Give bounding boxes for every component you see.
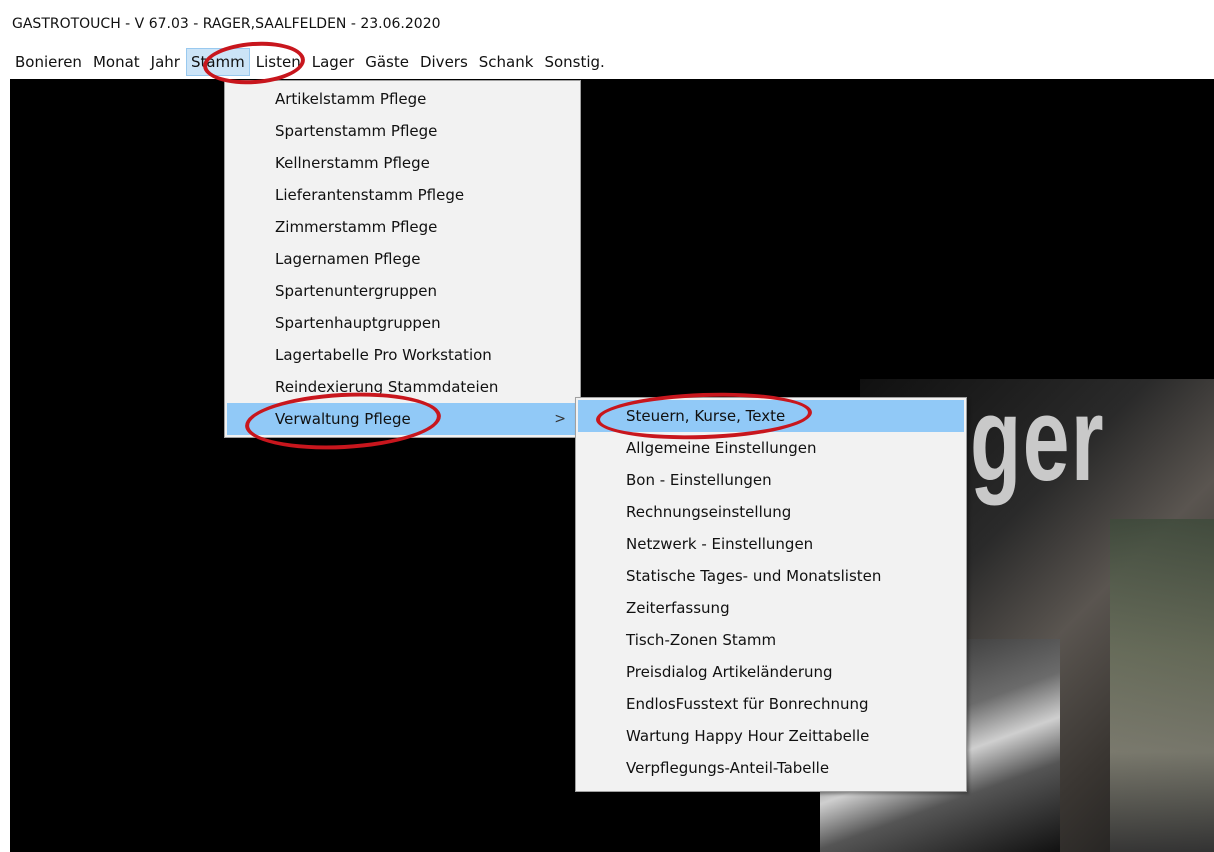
menu-bonieren[interactable]: Bonieren [10,48,87,76]
menu-item-label: Statische Tages- und Monatslisten [626,567,882,585]
menu-item-label: Netzwerk - Einstellungen [626,535,814,553]
menu-sonstig[interactable]: Sonstig. [539,48,609,76]
menu-listen[interactable]: Listen [251,48,306,76]
menu-item-endlosfusstext-bonrechnung[interactable]: EndlosFusstext für Bonrechnung [578,688,964,720]
menu-gaeste[interactable]: Gäste [360,48,414,76]
menu-jahr[interactable]: Jahr [146,48,185,76]
menu-item-artikelstamm-pflege[interactable]: Artikelstamm Pflege [227,83,578,115]
menu-item-reindexierung-stammdateien[interactable]: Reindexierung Stammdateien [227,371,578,403]
title-bar: GASTROTOUCH - V 67.03 - RAGER,SAALFELDEN… [0,0,1214,46]
menu-item-label: Spartenhauptgruppen [275,314,441,332]
menu-item-zimmerstamm-pflege[interactable]: Zimmerstamm Pflege [227,211,578,243]
brand-logo: ger [970,372,1105,506]
menu-item-netzwerk-einstellungen[interactable]: Netzwerk - Einstellungen [578,528,964,560]
menu-item-label: Reindexierung Stammdateien [275,378,499,396]
menu-item-label: Verpflegungs-Anteil-Tabelle [626,759,830,777]
menu-item-label: Zimmerstamm Pflege [275,218,438,236]
menu-item-label: Spartenstamm Pflege [275,122,438,140]
menu-item-rechnungseinstellung[interactable]: Rechnungseinstellung [578,496,964,528]
menu-item-label: Verwaltung Pflege [275,410,411,428]
menu-item-label: Allgemeine Einstellungen [626,439,817,457]
window-title: GASTROTOUCH - V 67.03 - RAGER,SAALFELDEN… [12,16,441,32]
menu-item-label: EndlosFusstext für Bonrechnung [626,695,869,713]
menu-item-label: Wartung Happy Hour Zeittabelle [626,727,870,745]
menu-item-label: Bon - Einstellungen [626,471,772,489]
menu-item-label: Spartenuntergruppen [275,282,438,300]
menu-item-preisdialog-artikelaenderung[interactable]: Preisdialog Artikeländerung [578,656,964,688]
menu-item-spartenhauptgruppen[interactable]: Spartenhauptgruppen [227,307,578,339]
menu-item-tisch-zonen-stamm[interactable]: Tisch-Zonen Stamm [578,624,964,656]
menu-item-spartenstamm-pflege[interactable]: Spartenstamm Pflege [227,115,578,147]
menu-item-label: Lagernamen Pflege [275,250,421,268]
menu-item-label: Rechnungseinstellung [626,503,792,521]
app-window: GASTROTOUCH - V 67.03 - RAGER,SAALFELDEN… [0,0,1214,852]
menu-item-label: Steuern, Kurse, Texte [626,407,786,425]
stamm-dropdown-menu: Artikelstamm Pflege Spartenstamm Pflege … [224,80,581,438]
menu-item-statische-tages-monatslisten[interactable]: Statische Tages- und Monatslisten [578,560,964,592]
menu-item-label: Lieferantenstamm Pflege [275,186,465,204]
menu-item-label: Lagertabelle Pro Workstation [275,346,492,364]
menu-item-lagernamen-pflege[interactable]: Lagernamen Pflege [227,243,578,275]
menu-item-wartung-happy-hour[interactable]: Wartung Happy Hour Zeittabelle [578,720,964,752]
menu-item-lieferantenstamm-pflege[interactable]: Lieferantenstamm Pflege [227,179,578,211]
menu-item-lagertabelle-pro-workstation[interactable]: Lagertabelle Pro Workstation [227,339,578,371]
menu-item-label: Artikelstamm Pflege [275,90,427,108]
menu-bar: Bonieren Monat Jahr Stamm Listen Lager G… [0,46,1214,78]
menu-divers[interactable]: Divers [415,48,473,76]
menu-item-label: Zeiterfassung [626,599,730,617]
menu-item-label: Tisch-Zonen Stamm [626,631,777,649]
menu-item-verwaltung-pflege[interactable]: Verwaltung Pflege > [227,403,578,435]
menu-item-label: Kellnerstamm Pflege [275,154,430,172]
menu-item-kellnerstamm-pflege[interactable]: Kellnerstamm Pflege [227,147,578,179]
menu-schank[interactable]: Schank [474,48,539,76]
submenu-arrow-icon: > [554,411,566,427]
menu-lager[interactable]: Lager [307,48,359,76]
menu-item-zeiterfassung[interactable]: Zeiterfassung [578,592,964,624]
menu-item-label: Preisdialog Artikeländerung [626,663,833,681]
menu-item-spartenuntergruppen[interactable]: Spartenuntergruppen [227,275,578,307]
background-photo-detail [1110,519,1214,852]
menu-item-steuern-kurse-texte[interactable]: Steuern, Kurse, Texte [578,400,964,432]
menu-item-verpflegungs-anteil-tabelle[interactable]: Verpflegungs-Anteil-Tabelle [578,752,964,784]
menu-stamm[interactable]: Stamm [185,48,250,76]
menu-item-bon-einstellungen[interactable]: Bon - Einstellungen [578,464,964,496]
menu-monat[interactable]: Monat [88,48,145,76]
verwaltung-pflege-submenu: Steuern, Kurse, Texte Allgemeine Einstel… [575,397,967,792]
menu-item-allgemeine-einstellungen[interactable]: Allgemeine Einstellungen [578,432,964,464]
